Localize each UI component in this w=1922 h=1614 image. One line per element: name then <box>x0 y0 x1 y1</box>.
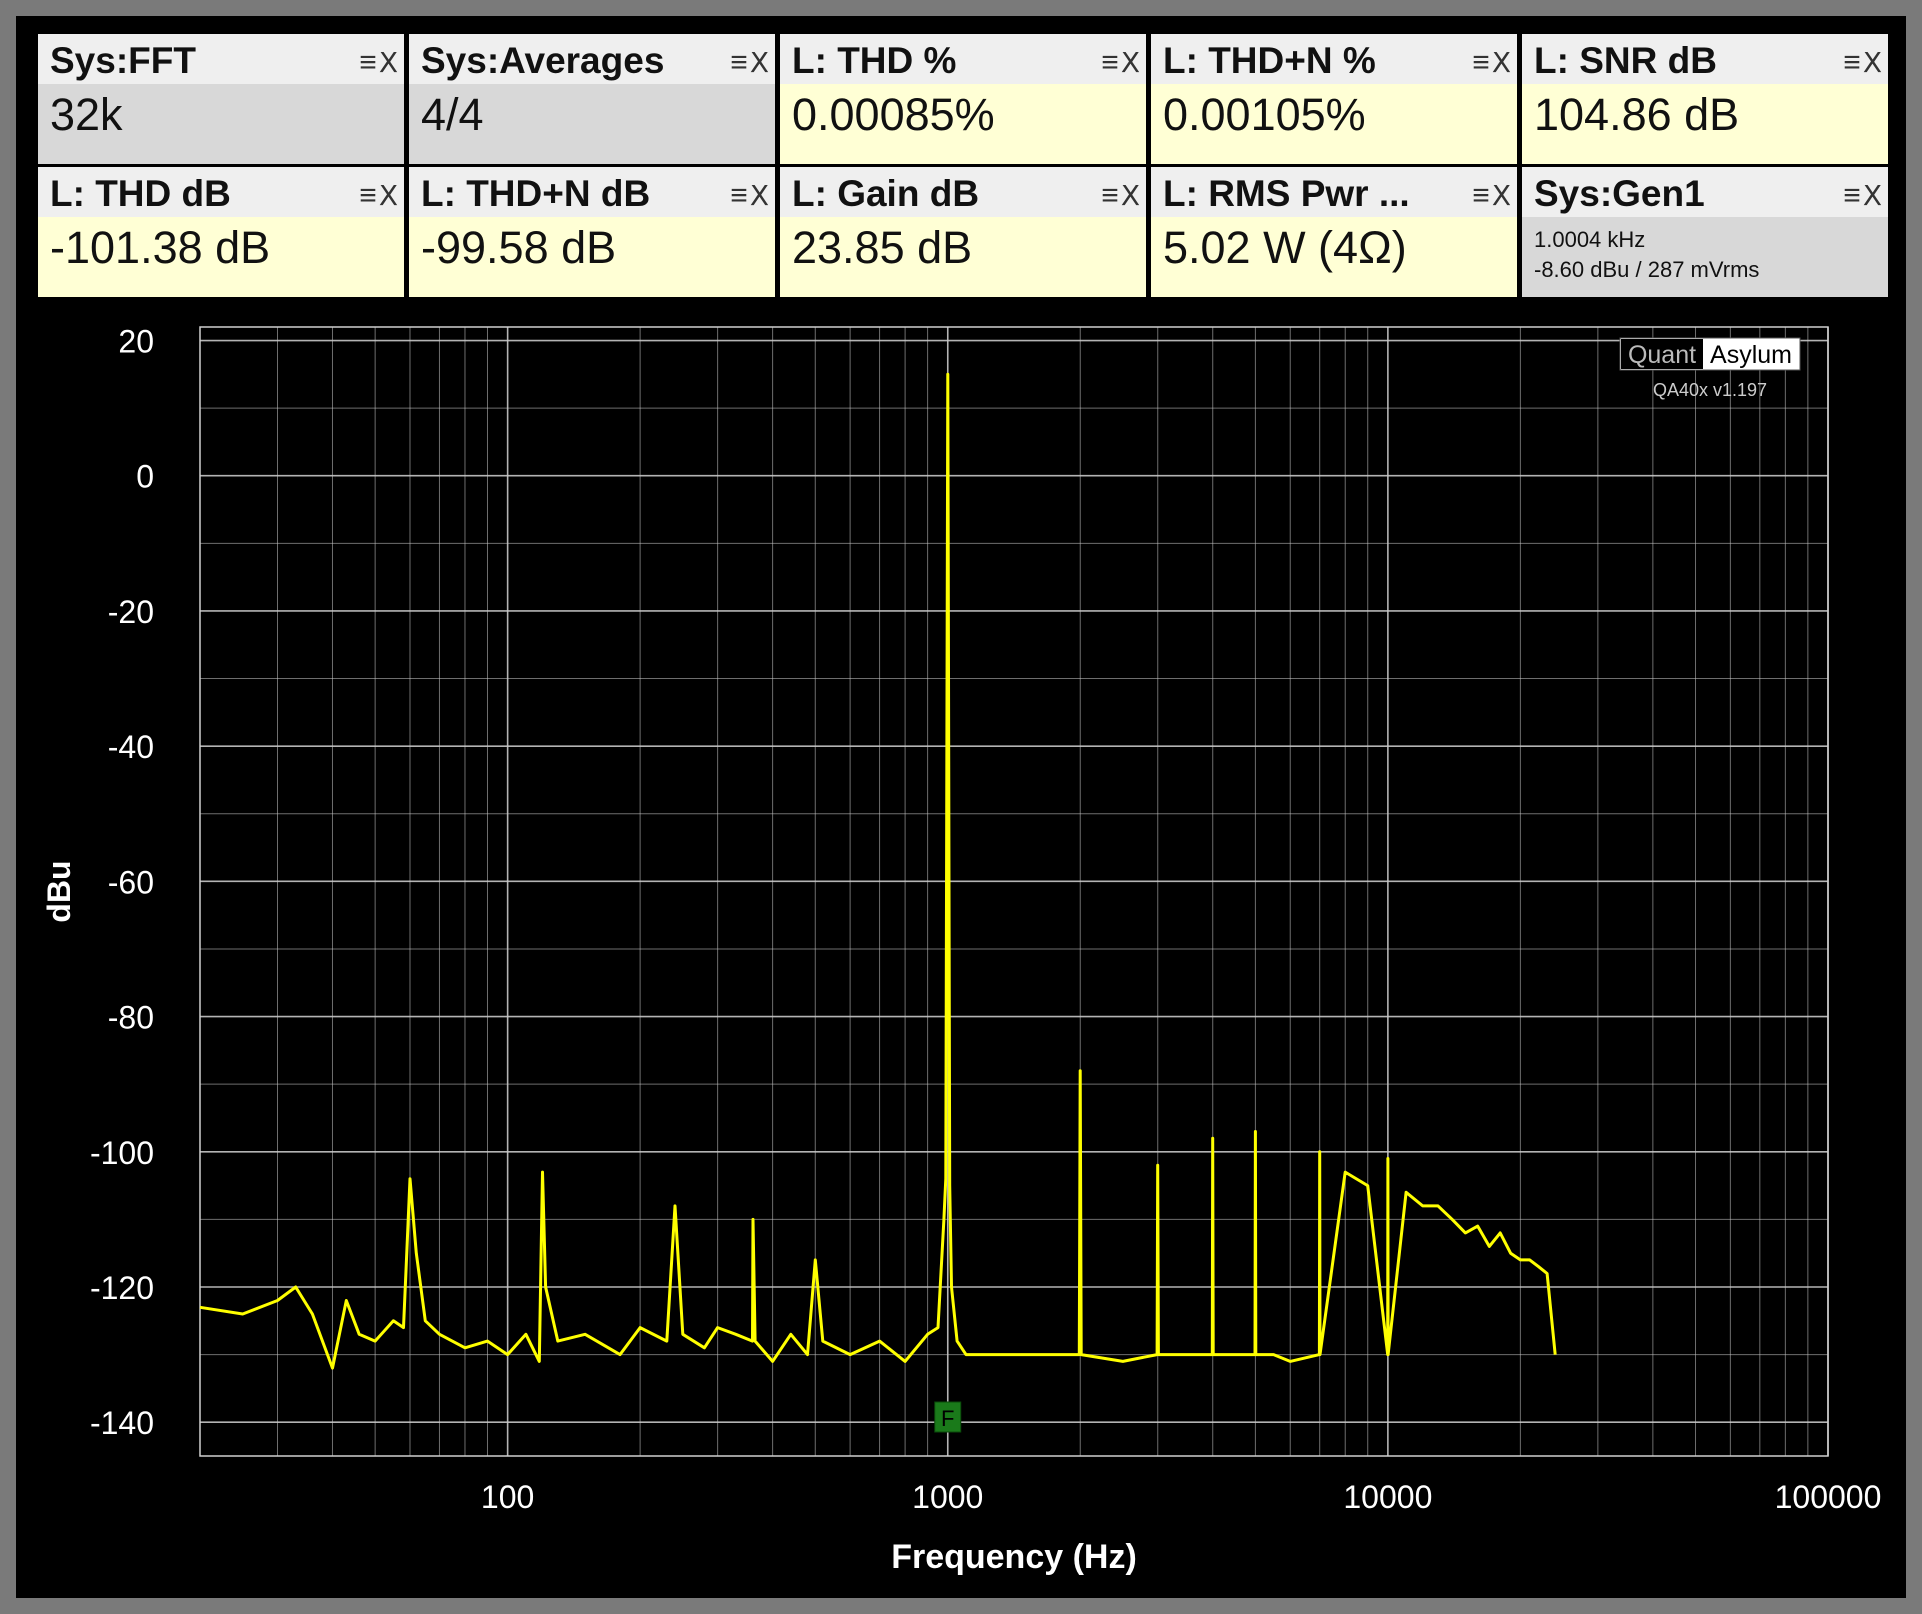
x-tick-label: 100 <box>481 1479 534 1515</box>
y-tick-label: -20 <box>108 594 154 630</box>
logo-quant: Quant <box>1628 341 1696 369</box>
logo-asylum: Asylum <box>1710 341 1792 369</box>
analyzer-window: Sys:FFT ≡X 32k Sys:Averages ≡X 4/4 L: THD % ≡X 0… <box>16 16 1906 1598</box>
y-tick-label: -120 <box>90 1270 154 1306</box>
x-tick-label: 10000 <box>1343 1479 1432 1515</box>
y-axis-title: dBu <box>41 860 77 922</box>
x-axis-title: Frequency (Hz) <box>891 1538 1137 1576</box>
y-tick-label: -140 <box>90 1405 154 1441</box>
fft-plot: 20 0 -20 -40 -60 -80 -100 -120 -140 100 1000 10000 1… <box>41 324 1882 1576</box>
version-label: QA40x v1.197 <box>1653 380 1767 400</box>
y-tick-label: -60 <box>108 864 154 900</box>
y-tick-label: 20 <box>118 324 154 360</box>
y-tick-label: 0 <box>136 459 154 495</box>
y-tick-label: -40 <box>108 729 154 765</box>
x-tick-label: 1000 <box>912 1479 983 1515</box>
y-tick-label: -80 <box>108 1000 154 1036</box>
marker-label: F <box>941 1406 954 1431</box>
x-tick-label: 100000 <box>1775 1479 1882 1515</box>
y-tick-label: -100 <box>90 1135 154 1171</box>
